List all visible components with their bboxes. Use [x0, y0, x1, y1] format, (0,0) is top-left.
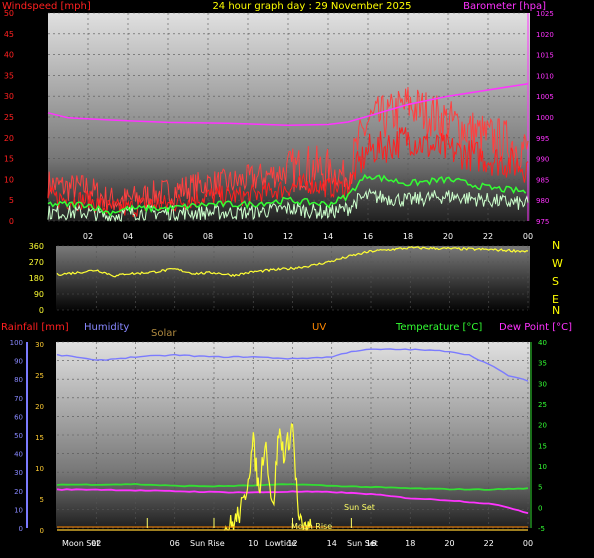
humidity-axis-title: Humidity — [84, 322, 129, 333]
baro-y-tick: 1000 — [536, 114, 554, 122]
temp-y-tick: 5 — [538, 484, 542, 492]
temp-y-tick: 40 — [538, 339, 547, 347]
wind-x-tick: 04 — [123, 232, 133, 241]
baro-y-tick: 1025 — [536, 10, 554, 18]
weather-chart-svg: Windspeed [mph] 24 hour graph day : 29 N… — [1, 1, 572, 548]
temp-y-tick: -5 — [538, 525, 545, 533]
temp-y-tick: 0 — [538, 504, 542, 512]
wind-x-tick: 12 — [283, 232, 293, 241]
humidity-y-tick: 40 — [14, 451, 23, 459]
baro-y-tick: 1010 — [536, 72, 554, 80]
humidity-y-tick: 50 — [14, 432, 23, 440]
temp-y-tick: 25 — [538, 401, 547, 409]
humidity-y-tick: 80 — [14, 376, 23, 384]
wind-axis-title: Windspeed [mph] — [2, 1, 91, 12]
rain-y-tick: 15 — [35, 434, 44, 442]
dir-label-n-bottom: N — [552, 304, 560, 317]
baro-y-tick: 995 — [536, 135, 549, 143]
baro-y-tick: 1005 — [536, 93, 554, 101]
humidity-y-tick: 90 — [14, 358, 23, 366]
wind-x-tick: 08 — [203, 232, 213, 241]
baro-y-tick: 1015 — [536, 52, 554, 60]
event-lowtide: Lowtide — [265, 539, 296, 548]
temp-y-tick: 10 — [538, 463, 547, 471]
baro-y-tick: 975 — [536, 218, 549, 226]
wind-x-tick: 14 — [323, 232, 333, 241]
wind-y-tick: 30 — [4, 92, 14, 101]
wind-y-tick: 5 — [9, 196, 14, 205]
weather-x-tick: 20 — [444, 539, 454, 548]
temp-y-tick: 30 — [538, 380, 547, 388]
rain-y-tick: 25 — [35, 372, 44, 380]
rain-y-tick: 20 — [35, 403, 44, 411]
dir-label-n-top: N — [552, 239, 560, 252]
wind-x-tick: 10 — [243, 232, 253, 241]
dir-label-s: S — [552, 275, 559, 288]
wind-y-tick: 25 — [4, 113, 14, 122]
wind-y-tick: 0 — [9, 217, 14, 226]
temperature-axis-title: Temperature [°C] — [395, 322, 482, 333]
baro-y-tick: 1020 — [536, 31, 554, 39]
event-sun-set-label: Sun Set — [344, 503, 375, 512]
wind-x-tick: 02 — [83, 232, 93, 241]
wind-y-tick: 40 — [4, 51, 14, 60]
baro-y-tick: 980 — [536, 197, 549, 205]
rain-axis-title: Rainfall [mm] — [1, 322, 69, 333]
baro-y-tick: 990 — [536, 156, 549, 164]
wind-y-tick: 15 — [4, 155, 14, 164]
temp-y-tick: 35 — [538, 360, 547, 368]
dir-y-tick: 360 — [29, 242, 44, 251]
solar-axis-title: Solar — [151, 328, 177, 339]
wind-y-tick: 35 — [4, 71, 14, 80]
wind-x-tick: 20 — [443, 232, 453, 241]
wind-y-tick: 50 — [4, 9, 14, 18]
humidity-y-tick: 100 — [10, 339, 23, 347]
event-moon-set: Moon Set — [62, 539, 99, 548]
weather-x-tick: 14 — [327, 539, 337, 548]
weather-graph: Windspeed [mph] 24 hour graph day : 29 N… — [0, 0, 594, 555]
humidity-y-tick: 20 — [14, 488, 23, 496]
baro-axis-title: Barometer [hpa] — [463, 1, 546, 12]
event-sun-set-bottom: Sun Set — [347, 539, 378, 548]
wind-x-tick: 22 — [483, 232, 493, 241]
temp-y-tick: 20 — [538, 422, 547, 430]
wind-y-tick: 20 — [4, 134, 14, 143]
temp-y-tick: 15 — [538, 442, 547, 450]
wind-x-tick: 06 — [163, 232, 173, 241]
rain-y-tick: 30 — [35, 341, 44, 349]
weather-x-tick: 22 — [484, 539, 494, 548]
dir-y-tick: 180 — [29, 274, 44, 283]
wind-x-tick: 18 — [403, 232, 413, 241]
rain-y-tick: 5 — [40, 496, 44, 504]
humidity-y-tick: 60 — [14, 413, 23, 421]
dir-y-tick: 270 — [29, 258, 44, 267]
uv-axis-title: UV — [312, 322, 326, 333]
chart-title: 24 hour graph day : 29 November 2025 — [212, 1, 411, 12]
weather-x-tick: 18 — [405, 539, 415, 548]
humidity-y-tick: 70 — [14, 395, 23, 403]
wind-y-tick: 45 — [4, 30, 14, 39]
weather-x-tick: 00 — [523, 539, 533, 548]
rain-y-tick: 0 — [40, 527, 44, 535]
direction-letters: N W S E N — [552, 239, 563, 317]
humidity-y-tick: 30 — [14, 469, 23, 477]
rain-y-tick: 10 — [35, 465, 44, 473]
wind-x-tick: 00 — [523, 232, 533, 241]
baro-y-tick: 985 — [536, 176, 549, 184]
event-moon-rise: Moon Rise — [291, 522, 332, 531]
dewpoint-axis-title: Dew Point [°C] — [499, 322, 572, 333]
weather-x-tick: 10 — [248, 539, 258, 548]
humidity-y-tick: 0 — [19, 525, 23, 533]
dir-y-tick: 0 — [39, 306, 44, 315]
event-sun-rise: Sun Rise — [190, 539, 225, 548]
dir-y-tick: 90 — [34, 290, 44, 299]
wind-y-tick: 10 — [4, 175, 14, 184]
wind-x-tick: 16 — [363, 232, 373, 241]
weather-x-tick: 06 — [170, 539, 180, 548]
humidity-y-tick: 10 — [14, 506, 23, 514]
dir-label-w: W — [552, 257, 563, 270]
